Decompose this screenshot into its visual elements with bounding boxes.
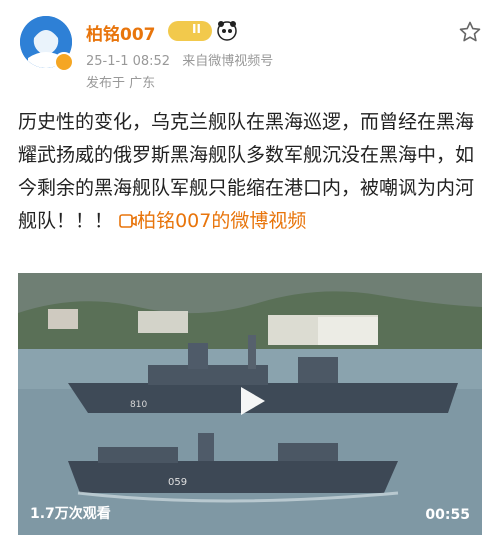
post-text-block: 历史性的变化，乌克兰舰队在黑海巡逻，而曾经在黑海耀武扬威的俄罗斯黑海舰队多数军舰… xyxy=(18,106,484,238)
panda-icon xyxy=(217,21,237,41)
video-duration: 00:55 xyxy=(425,507,470,523)
video-link[interactable]: 柏铭007的微博视频 xyxy=(119,210,306,232)
vip-badge[interactable] xyxy=(168,21,212,41)
video-link-icon xyxy=(119,214,137,228)
hull-number-large: 810 xyxy=(130,400,147,410)
author-name[interactable]: 柏铭007 xyxy=(86,20,156,45)
verified-badge-icon xyxy=(54,52,74,72)
video-player[interactable]: 810 059 1.7万次观看 00:55 xyxy=(18,273,482,535)
vip-level: II xyxy=(192,22,201,36)
post-timestamp: 25-1-1 08:52 xyxy=(86,54,171,69)
post-meta: 25-1-1 08:52 来自微博视频号 xyxy=(86,50,273,69)
play-icon[interactable] xyxy=(231,381,271,421)
video-link-label: 柏铭007的微博视频 xyxy=(137,210,307,232)
post-source[interactable]: 来自微博视频号 xyxy=(182,54,273,69)
post-location: 发布于 广东 xyxy=(86,76,156,91)
view-count: 1.7万次观看 xyxy=(30,506,111,522)
hull-number-small: 059 xyxy=(168,477,187,488)
star-outline-icon[interactable] xyxy=(458,20,482,44)
